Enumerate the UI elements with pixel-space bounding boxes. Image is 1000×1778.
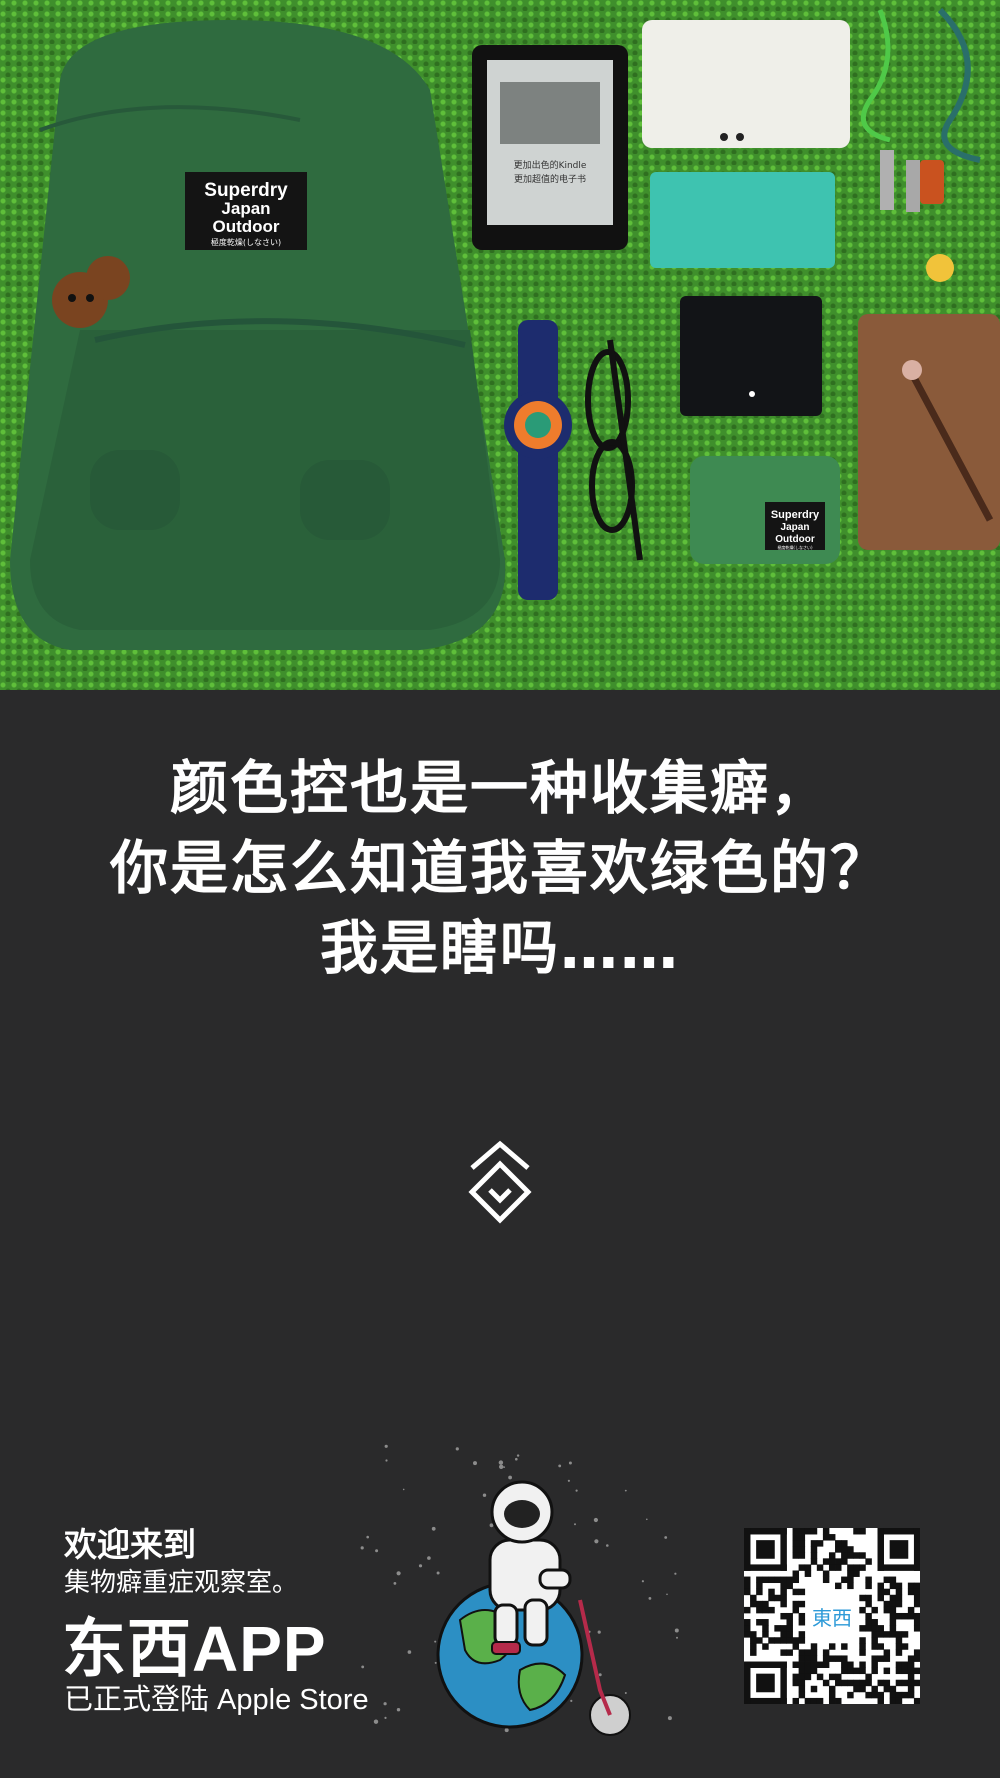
caption-line-1: 颜色控也是一种收集癖， xyxy=(169,754,830,822)
qr-code[interactable]: 東西 xyxy=(744,1528,920,1704)
patch-line: Japan xyxy=(221,199,270,218)
astronaut-on-globe-illustration xyxy=(436,1480,631,1736)
black-wallet xyxy=(680,296,822,416)
wallet-patch-line: Superdry xyxy=(771,509,820,521)
welcome-title: 欢迎来到 xyxy=(64,1525,196,1564)
kindle: 更加出色的Kindle 更加超值的电子书 xyxy=(472,45,628,250)
keys xyxy=(880,150,954,282)
patch-line: 極度乾燥(しなさい) xyxy=(211,237,281,247)
teal-case xyxy=(650,172,835,268)
leather-notebook xyxy=(858,314,1000,550)
kindle-screen-line: 更加超值的电子书 xyxy=(514,173,586,185)
caption-line-3: 我是瞎吗…… xyxy=(319,914,680,982)
hero-illustration: Superdry Japan Outdoor 極度乾燥(しなさい) 更加出色的K… xyxy=(10,7,1000,650)
caption-line-2: 你是怎么知道我喜欢绿色的？ xyxy=(109,834,890,902)
availability-text: 已正式登陆 Apple Store xyxy=(64,1684,369,1716)
caption: 颜色控也是一种收集癖， 你是怎么知道我喜欢绿色的？ 我是瞎吗…… xyxy=(0,748,1000,988)
glasses xyxy=(585,339,643,561)
footer-banner: 欢迎来到 集物癖重症观察室。 东西APP 已正式登陆 Apple Store 東… xyxy=(0,1440,1000,1778)
backpack: Superdry Japan Outdoor 極度乾燥(しなさい) xyxy=(10,20,506,650)
wallet-patch-line: 極度乾燥(しなさい) xyxy=(777,544,813,550)
wallet-patch-line: Outdoor xyxy=(775,534,815,545)
patch-line: Outdoor xyxy=(212,217,279,236)
kindle-screen-line: 更加出色的Kindle xyxy=(514,159,587,171)
welcome-subtitle: 集物癖重症观察室。 xyxy=(64,1568,299,1598)
green-wallet: Superdry Japan Outdoor 極度乾燥(しなさい) xyxy=(690,456,840,564)
double-chevron-down-icon[interactable] xyxy=(460,1140,540,1230)
wallet-patch-line: Japan xyxy=(781,522,810,533)
watch xyxy=(504,320,572,600)
game-console xyxy=(642,20,850,148)
patch-line: Superdry xyxy=(204,180,288,201)
hero-photo: Superdry Japan Outdoor 極度乾燥(しなさい) 更加出色的K… xyxy=(0,0,1000,690)
qr-logo: 東西 xyxy=(806,1590,858,1642)
